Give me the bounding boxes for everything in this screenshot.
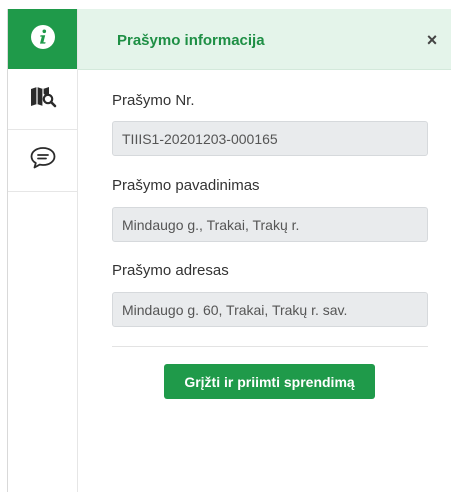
request-address-field[interactable]: Mindaugo g. 60, Trakai, Trakų r. sav. [112,292,428,327]
close-button[interactable]: × [423,31,441,49]
sidebar-item-comments[interactable] [8,130,77,192]
panel-header: Prašymo informacija × [78,9,451,70]
info-panel: Prašymo informacija × Prašymo Nr. TIIIS1… [78,9,451,492]
request-title-field[interactable]: Mindaugo g., Trakai, Trakų r. [112,207,428,242]
sidebar-rail [8,9,78,492]
panel-title: Prašymo informacija [117,32,265,49]
request-address-label: Prašymo adresas [112,262,229,279]
info-icon [30,24,56,55]
request-number-label: Prašymo Nr. [112,92,195,109]
sidebar-item-info[interactable] [8,9,77,69]
app-frame: Prašymo informacija × Prašymo Nr. TIIIS1… [0,0,451,492]
sidebar-item-map-search[interactable] [8,69,77,130]
chat-bubble-icon [29,145,57,176]
divider [112,346,428,347]
top-strip [0,0,451,9]
map-search-icon [29,84,57,115]
request-number-field[interactable]: TIIIS1-20201203-000165 [112,121,428,156]
return-decide-button[interactable]: Grįžti ir priimti sprendimą [164,364,375,399]
request-title-label: Prašymo pavadinimas [112,177,260,194]
